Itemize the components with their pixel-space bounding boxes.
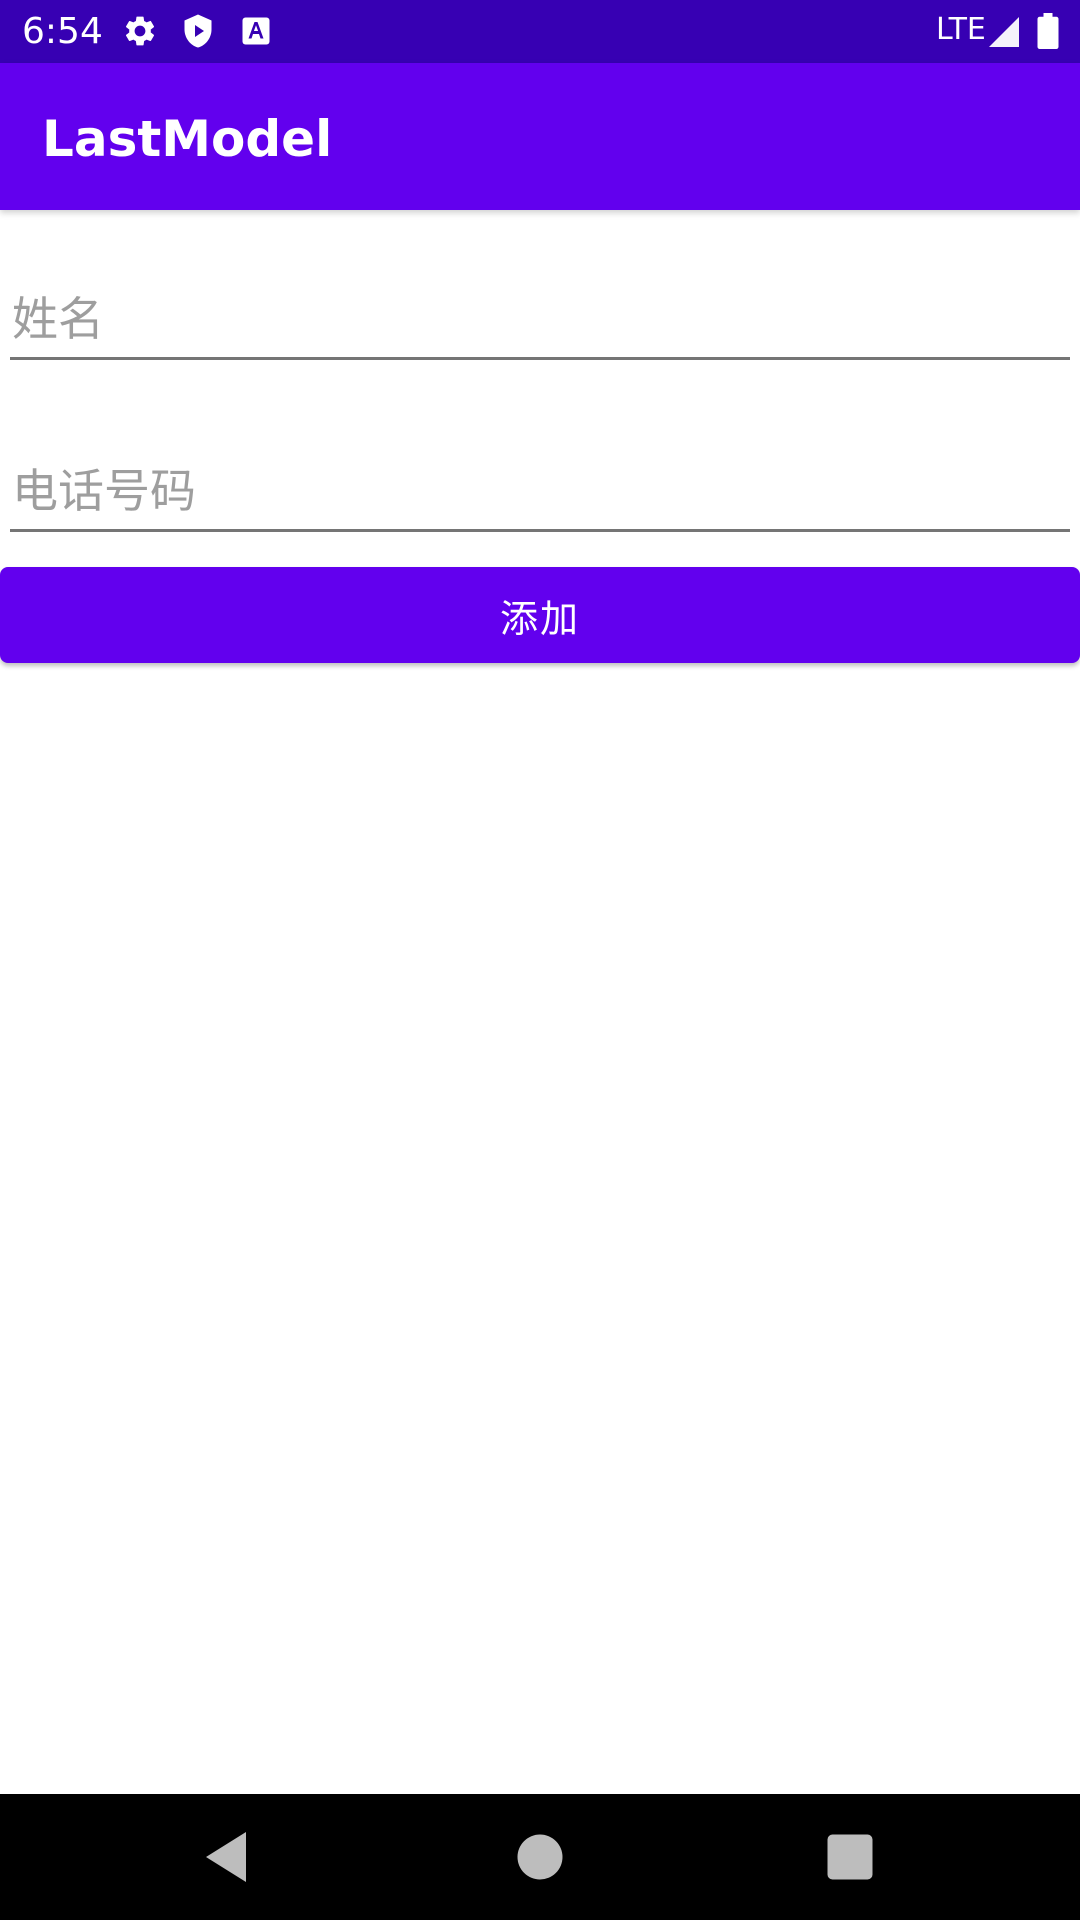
app-title: LastModel: [42, 110, 333, 168]
name-input[interactable]: [10, 280, 1070, 360]
battery-icon: [1037, 13, 1059, 49]
back-icon[interactable]: [196, 1827, 256, 1887]
shield-play-icon: [184, 14, 212, 48]
status-time: 6:54: [22, 11, 103, 52]
status-bar: 6:54 LTE: [0, 0, 1080, 63]
navigation-bar: [0, 1794, 1080, 1920]
gear-icon: [125, 16, 155, 46]
phone-input[interactable]: [10, 452, 1070, 532]
app-bar: LastModel: [0, 63, 1080, 210]
add-button[interactable]: 添加: [0, 567, 1080, 663]
home-icon[interactable]: [510, 1827, 570, 1887]
network-type: LTE: [936, 12, 986, 47]
recents-icon[interactable]: [820, 1827, 880, 1887]
signal-icon: [989, 17, 1019, 47]
font-a-icon: [242, 17, 270, 45]
